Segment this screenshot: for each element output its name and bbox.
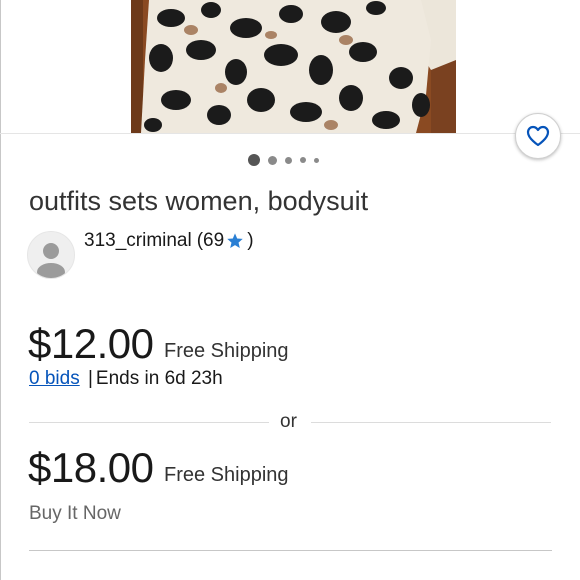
or-divider-left	[29, 422, 269, 423]
image-divider	[0, 133, 580, 134]
section-divider	[29, 550, 552, 551]
auction-end-time: Ends in 6d 23h	[95, 368, 223, 389]
heart-icon	[526, 125, 550, 147]
bid-separator: |	[87, 368, 93, 389]
carousel-dot[interactable]	[285, 156, 292, 164]
leopard-print-image	[131, 0, 456, 133]
seller-name[interactable]: 313_criminal	[84, 230, 192, 252]
blue-star-icon	[227, 233, 243, 249]
bids-link[interactable]: 0 bids	[29, 368, 80, 389]
image-carousel[interactable]	[0, 0, 580, 133]
buy-now-price: $18.00	[28, 444, 154, 491]
seller-info[interactable]: 313_criminal (69 )	[84, 230, 254, 252]
carousel-dot[interactable]	[314, 157, 319, 163]
watch-button[interactable]	[515, 113, 561, 159]
seller-feedback-close: )	[247, 230, 254, 251]
product-photo[interactable]	[131, 0, 456, 133]
carousel-dot[interactable]	[268, 155, 277, 165]
seller-avatar[interactable]	[27, 231, 75, 279]
auction-price: $12.00	[28, 320, 154, 367]
auction-shipping: Free Shipping	[164, 340, 289, 362]
listing-title: outfits sets women, bodysuit	[29, 186, 369, 216]
or-divider-right	[311, 422, 551, 423]
carousel-dot-active[interactable]	[248, 154, 260, 166]
bid-status: 0 bids | Ends in 6d 23h	[29, 368, 223, 390]
seller-feedback-count: (69	[196, 230, 225, 251]
carousel-indicator	[248, 154, 319, 166]
buy-it-now-label: Buy It Now	[29, 503, 121, 524]
or-divider-text: or	[280, 411, 297, 432]
person-icon	[37, 243, 65, 278]
buy-now-shipping: Free Shipping	[164, 464, 289, 486]
carousel-dot[interactable]	[300, 157, 306, 163]
